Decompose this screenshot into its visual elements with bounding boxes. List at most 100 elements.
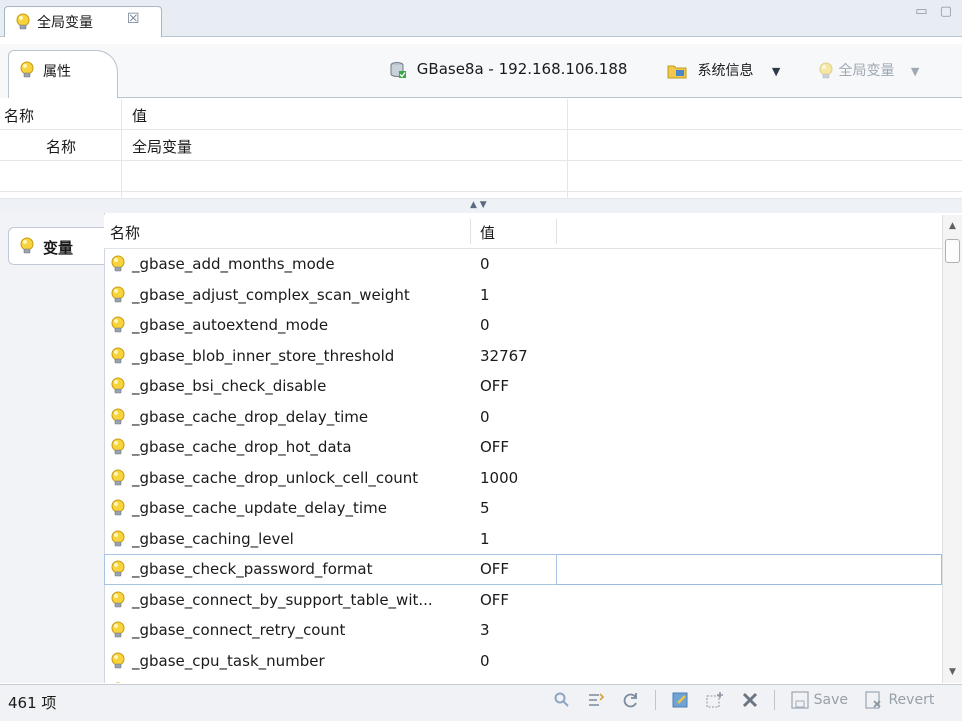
variable-name: _gbase_cache_update_delay_time <box>132 499 387 517</box>
variable-name: _gbase_cpu_task_number <box>132 651 325 670</box>
close-icon[interactable]: ☒ <box>127 11 140 27</box>
bulb-icon <box>110 652 126 670</box>
column-header-value[interactable]: 值 <box>132 105 147 126</box>
tab-properties[interactable]: 属性 <box>8 50 118 98</box>
bulb-icon <box>110 621 126 639</box>
table-row[interactable]: _gbase_adjust_complex_scan_weight 1 <box>104 280 942 311</box>
grid-header: 名称 值 <box>104 215 942 249</box>
revert-icon <box>865 691 882 709</box>
variable-value: OFF <box>480 377 510 395</box>
variable-name: _gbase_blob_inner_store_threshold <box>132 346 395 365</box>
table-row[interactable]: _gbase_connect_by_support_table_wit... OF… <box>104 585 942 616</box>
variable-name: _gbase_check_password_format <box>132 560 373 578</box>
variable-name: _gbase_cache_drop_delay_time <box>132 407 369 426</box>
bulb-icon <box>110 499 126 517</box>
item-count: 461 项 <box>8 694 57 712</box>
variables-grid: 名称 值 _gbase_add_months_mode 0 _gbase_adjus… <box>104 215 942 683</box>
column-header-name[interactable]: 名称 <box>110 222 140 243</box>
tab-title: 全局变量 <box>37 15 93 31</box>
variable-name: _gbase_connect_retry_count <box>132 621 346 639</box>
table-row[interactable]: _gbase_cache_drop_hot_data OFF <box>104 432 942 463</box>
bulb-icon <box>110 316 126 334</box>
grid-body: _gbase_add_months_mode 0 _gbase_adjust_com… <box>104 249 942 683</box>
sysinfo-dropdown[interactable]: 系统信息 ▼ <box>667 60 780 80</box>
scroll-up-icon[interactable]: ▲ <box>949 221 956 231</box>
variable-name: _gbase_caching_level <box>132 529 294 548</box>
bulb-icon <box>110 347 126 365</box>
table-row[interactable]: _gbase_cache_drop_unlock_cell_count 1000 <box>104 463 942 494</box>
bulb-icon <box>19 237 35 255</box>
bulb-icon <box>110 408 126 426</box>
collapse-arrows-icon[interactable]: ▲ ▼ <box>470 200 487 210</box>
table-row[interactable]: _gbase_bsi_check_disable OFF <box>104 371 942 402</box>
global-vars-dropdown[interactable]: 全局变量 ▼ <box>818 60 919 80</box>
bulb-icon <box>110 682 126 683</box>
variables-tab-label: 变量 <box>43 239 74 257</box>
bulb-icon <box>19 61 35 79</box>
table-row[interactable]: _gbase_autoextend_mode 0 <box>104 310 942 341</box>
table-row[interactable]: _gbase_connect_retry_count 3 <box>104 615 942 646</box>
bulb-icon <box>110 469 126 487</box>
bulb-icon <box>818 62 834 80</box>
save-button[interactable]: Save <box>814 692 848 708</box>
add-row-icon[interactable] <box>705 690 725 710</box>
refresh-icon[interactable] <box>621 690 641 710</box>
chevron-down-icon[interactable]: ▼ <box>911 65 919 78</box>
variable-value: 1 <box>480 529 490 548</box>
table-row[interactable]: _gbase_cpu_task_number 0 <box>104 646 942 677</box>
save-icon <box>790 691 809 709</box>
variable-name: _gbase_cache_drop_hot_data <box>132 438 352 456</box>
variable-value: 0 <box>480 407 490 426</box>
variable-name: _gbase_cache_drop_unlock_cell_count <box>132 468 419 487</box>
tab-global-variables[interactable]: 全局变量 ☒ <box>4 6 162 37</box>
column-header-value[interactable]: 值 <box>480 222 495 243</box>
variable-name: _gbase_adjust_complex_scan_weight <box>132 285 410 304</box>
table-row[interactable] <box>104 676 942 683</box>
column-header-name[interactable]: 名称 <box>4 105 34 126</box>
table-row[interactable]: _gbase_add_months_mode 0 <box>104 249 942 280</box>
bulb-icon <box>110 530 126 548</box>
variable-value: 0 <box>480 316 490 334</box>
variable-value: OFF <box>480 590 510 609</box>
scroll-thumb[interactable] <box>945 239 960 263</box>
chevron-down-icon[interactable]: ▼ <box>772 65 780 78</box>
window-controls[interactable]: ▭ ▢ <box>915 4 956 19</box>
variable-value: OFF <box>480 560 510 578</box>
filter-icon[interactable] <box>586 690 606 710</box>
revert-button[interactable]: Revert <box>888 692 934 708</box>
table-row[interactable]: _gbase_cache_drop_delay_time 0 <box>104 402 942 433</box>
table-row[interactable]: _gbase_cache_update_delay_time 5 <box>104 493 942 524</box>
tab-variables[interactable]: 变量 <box>8 227 104 265</box>
search-icon[interactable] <box>552 690 572 710</box>
table-row[interactable]: 名称 全局变量 <box>0 130 962 161</box>
variable-value: 3 <box>480 621 490 639</box>
variable-value: 5 <box>480 499 490 517</box>
bulb-icon <box>15 13 31 31</box>
table-row[interactable]: _gbase_blob_inner_store_threshold 32767 <box>104 341 942 372</box>
connection-indicator[interactable]: GBase8a - 192.168.106.188 <box>390 60 627 79</box>
folder-icon <box>667 65 687 79</box>
table-row[interactable]: _gbase_caching_level 1 <box>104 524 942 555</box>
divider <box>118 97 962 98</box>
toolbar-separator <box>774 690 776 710</box>
variable-value: 1 <box>480 285 490 304</box>
property-value: 全局变量 <box>132 138 193 156</box>
bulb-icon <box>110 591 126 609</box>
vertical-scrollbar[interactable]: ▲ ▼ <box>942 215 962 683</box>
variable-name: _gbase_add_months_mode <box>132 255 335 273</box>
delete-icon[interactable] <box>740 690 760 710</box>
table-row <box>0 161 962 192</box>
variable-value: 0 <box>480 255 490 273</box>
variable-value: 32767 <box>480 346 528 365</box>
variable-name: _gbase_autoextend_mode <box>132 316 329 334</box>
bulb-icon <box>110 438 126 456</box>
table-row[interactable]: _gbase_check_password_format OFF <box>104 554 942 585</box>
variable-name: _gbase_connect_by_support_table_wit... <box>132 590 433 609</box>
sysinfo-label: 系统信息 <box>697 63 754 79</box>
scroll-down-icon[interactable]: ▼ <box>949 667 956 677</box>
properties-table: 名称 值 名称 全局变量 <box>0 99 962 199</box>
table-header: 名称 值 <box>0 99 962 130</box>
edit-icon[interactable] <box>671 690 691 710</box>
bulb-icon <box>110 255 126 273</box>
variables-side-panel <box>0 213 105 683</box>
